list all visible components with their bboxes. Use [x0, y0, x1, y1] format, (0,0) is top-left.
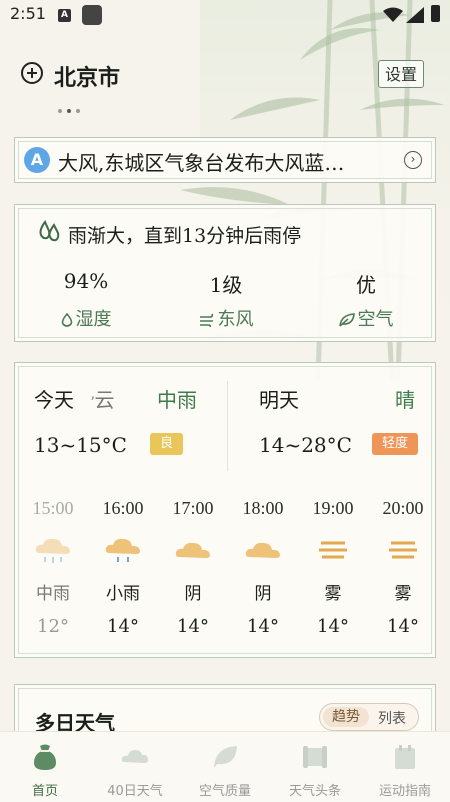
alert-text: 大风,东城区气象台发布大风蓝…: [58, 151, 345, 175]
fog-icon: [298, 535, 368, 565]
wind-icon: [199, 313, 213, 328]
nav-40day[interactable]: 40日天气: [90, 732, 180, 802]
hour-condition: 雾: [394, 584, 412, 604]
tab-trend[interactable]: 趋势: [323, 707, 369, 727]
today-aqi-badge: 良: [150, 433, 184, 455]
signal-icon: [406, 7, 424, 23]
wind-value: 1级: [209, 273, 243, 297]
home-bag-icon: [34, 744, 56, 770]
nav-label: 运动指南: [378, 784, 431, 799]
hour-temp: 12°: [37, 616, 69, 637]
rain-forecast-text: 雨渐大，直到13分钟后雨停: [68, 225, 302, 247]
notification-icon: A: [58, 9, 71, 22]
wind-label: 东风: [166, 305, 286, 331]
chevron-right-icon: ›: [404, 151, 422, 169]
today-temp-range: 13~15°C: [34, 433, 127, 457]
tomorrow-condition: 晴: [395, 388, 415, 412]
tomorrow-aqi-badge: 轻度: [372, 433, 419, 455]
app-notification-icon: [82, 5, 102, 25]
hour-condition: 中雨: [36, 584, 70, 604]
page-indicator-dots: [58, 98, 85, 117]
status-time: 2:51: [10, 4, 46, 23]
nav-label: 空气质量: [198, 784, 251, 799]
leaf-icon: [338, 313, 355, 327]
leaf-icon: [214, 746, 237, 768]
hour-time: 17:00: [172, 498, 214, 518]
view-toggle: 趋势 列表: [319, 703, 419, 731]
today-condition: ʼ云: [90, 388, 115, 412]
air-quality-label: 空气: [306, 305, 426, 331]
hour-time: 15:00: [32, 498, 74, 518]
hour-condition: 雾: [324, 584, 342, 604]
city-name[interactable]: 北京市: [54, 60, 120, 92]
hour-temp: 14°: [317, 616, 349, 637]
forecast-card: 今天 ʼ云 中雨 13~15°C 良 明天 晴 14~28°C 轻度 15:00…: [14, 362, 436, 658]
humidity-value: 94%: [63, 269, 109, 293]
cloud-icon: [158, 535, 228, 565]
fog-icon: [368, 535, 438, 565]
droplet-icon: [61, 312, 72, 327]
today-label: 今天: [34, 388, 74, 412]
day-divider: [227, 381, 228, 471]
nav-home[interactable]: 首页: [0, 732, 90, 802]
scroll-icon: [303, 746, 327, 768]
hour-time: 16:00: [102, 498, 144, 518]
tab-list[interactable]: 列表: [378, 708, 406, 728]
settings-button[interactable]: 设置: [378, 60, 424, 88]
tomorrow-temp-range: 14~28°C: [259, 433, 352, 457]
rain-cloud-icon: [18, 535, 88, 565]
today-condition-detail: 中雨: [157, 388, 197, 412]
weather-alert-banner[interactable]: A 大风,东城区气象台发布大风蓝… ›: [14, 137, 436, 183]
hour-condition: 阴: [184, 584, 202, 604]
air-quality-value: 优: [356, 273, 376, 297]
hour-time: 20:00: [382, 498, 424, 518]
cloud-icon: [228, 535, 298, 565]
humidity-label: 湿度: [26, 305, 146, 331]
nav-headlines[interactable]: 天气头条: [270, 732, 360, 802]
nav-label: 天气头条: [288, 784, 341, 799]
hour-temp: 14°: [387, 616, 419, 637]
hour-temp: 14°: [177, 616, 209, 637]
current-conditions-card: 雨渐大，直到13分钟后雨停 94% 湿度 1级 东风 优 空气: [14, 204, 436, 342]
calendar-icon: [395, 745, 415, 769]
hour-time: 19:00: [312, 498, 354, 518]
nav-label: 首页: [31, 784, 58, 799]
nav-label: 40日天气: [107, 784, 163, 799]
hour-condition: 阴: [254, 584, 272, 604]
alert-icon: A: [24, 147, 50, 173]
bottom-nav: 首页 40日天气 空气质量 天气头条 运动指南: [0, 731, 450, 802]
rain-cloud-icon: [88, 535, 158, 565]
wifi-icon: [383, 7, 403, 22]
hour-temp: 14°: [107, 616, 139, 637]
tomorrow-label: 明天: [259, 388, 299, 412]
status-bar: 2:51 A: [0, 0, 450, 30]
hour-condition: 小雨: [106, 584, 140, 604]
hour-time: 18:00: [242, 498, 284, 518]
raindrops-icon: [39, 220, 60, 242]
nav-sports[interactable]: 运动指南: [360, 732, 450, 802]
cloud-icon: [121, 750, 148, 763]
battery-icon: [431, 5, 440, 22]
add-city-button[interactable]: [21, 62, 43, 84]
nav-air-quality[interactable]: 空气质量: [180, 732, 270, 802]
hour-temp: 14°: [247, 616, 279, 637]
